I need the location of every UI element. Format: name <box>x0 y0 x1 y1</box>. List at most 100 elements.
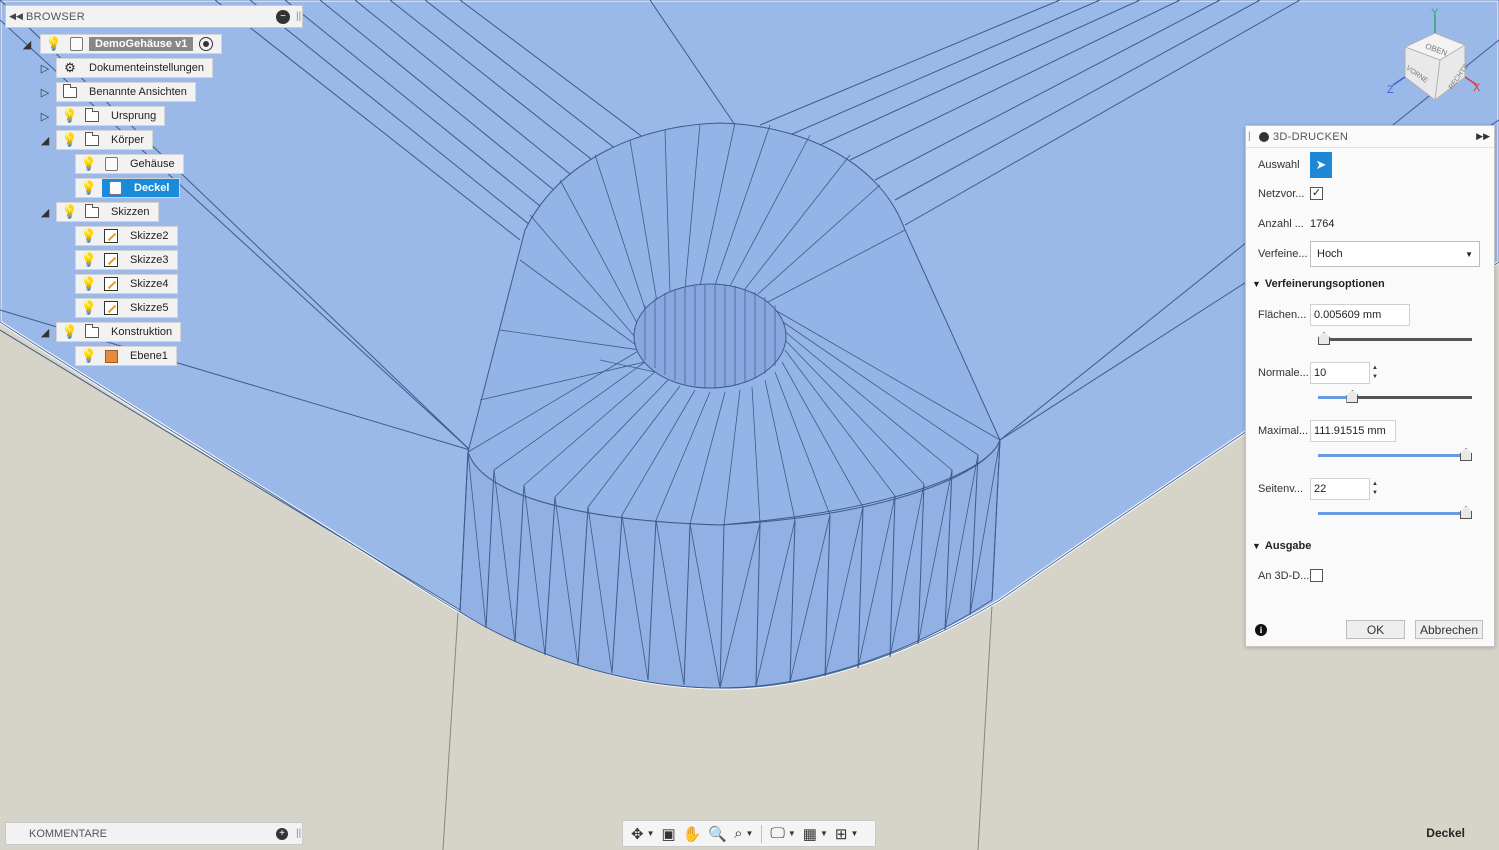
tree-node-dokumenteinstellungen[interactable]: ⚙ Dokumenteinstellungen <box>56 58 213 78</box>
look-at-icon[interactable]: ▣ <box>660 823 678 845</box>
verfeinerung-select[interactable]: Hoch ▼ <box>1310 241 1480 267</box>
browser-title: BROWSER <box>26 10 85 23</box>
an3d-checkbox[interactable] <box>1310 569 1323 582</box>
tree-node-skizze5[interactable]: 💡 Skizze5 <box>75 298 178 318</box>
verfeinerung-value: Hoch <box>1317 248 1343 260</box>
tree-row-gehaeuse: 💡 Gehäuse <box>75 154 184 174</box>
section-verfeinerungsoptionen[interactable]: ▼ Verfeinerungsoptionen <box>1252 278 1385 290</box>
info-icon[interactable]: i <box>1255 624 1267 636</box>
expand-triangle-icon[interactable]: ▷ <box>38 61 52 75</box>
lightbulb-icon[interactable]: 💡 <box>45 35 63 53</box>
collapse-panel-icon[interactable]: ◀◀ <box>6 11 26 22</box>
slider-thumb[interactable] <box>1346 390 1359 403</box>
grid-icon[interactable]: ▦ ▼ <box>801 823 830 845</box>
tree-node-skizze4[interactable]: 💡 Skizze4 <box>75 274 178 294</box>
grip-icon[interactable]: || <box>296 11 302 22</box>
collapse-triangle-icon[interactable]: ◢ <box>20 37 34 51</box>
tree-node-koerper[interactable]: 💡 Körper <box>56 130 154 150</box>
activate-radio-icon[interactable] <box>199 37 214 51</box>
lightbulb-icon[interactable]: 💡 <box>61 203 79 221</box>
lightbulb-icon[interactable]: 💡 <box>61 107 79 125</box>
section-ausgabe[interactable]: ▼ Ausgabe <box>1252 540 1311 552</box>
minimize-icon[interactable]: − <box>276 9 290 24</box>
slider-thumb[interactable] <box>1460 448 1472 461</box>
lightbulb-icon[interactable]: 💡 <box>80 251 98 269</box>
tree-node-ebene1[interactable]: 💡 Ebene1 <box>75 346 177 366</box>
normalen-slider[interactable] <box>1318 390 1472 404</box>
lightbulb-icon[interactable]: 💡 <box>80 347 98 365</box>
comments-panel-header[interactable]: KOMMENTARE + || <box>5 822 303 845</box>
tree-node-root[interactable]: 💡 DemoGehäuse v1 <box>40 34 223 54</box>
lightbulb-icon[interactable]: 💡 <box>80 179 98 197</box>
seiten-slider[interactable] <box>1318 506 1472 520</box>
display-settings-icon[interactable]: 🖵 ▼ <box>768 823 797 845</box>
maximal-input[interactable]: 111.91515 mm <box>1310 420 1396 442</box>
flaechen-slider[interactable] <box>1318 332 1472 346</box>
folder-icon <box>83 131 101 149</box>
grip-icon[interactable]: | <box>1248 131 1256 142</box>
tree-row-skizze2: 💡 Skizze2 <box>75 226 178 246</box>
orbit-icon[interactable]: ✥ ▼ <box>629 823 657 845</box>
lightbulb-icon[interactable]: 💡 <box>61 131 79 149</box>
tree-node-skizze3[interactable]: 💡 Skizze3 <box>75 250 178 270</box>
collapse-triangle-icon[interactable]: ◢ <box>38 133 52 147</box>
cancel-button[interactable]: Abbrechen <box>1415 620 1483 639</box>
body-icon <box>106 179 124 197</box>
dialog-header[interactable]: | 3D-DRUCKEN ▶▶ <box>1246 126 1494 148</box>
spinner-arrows-icon[interactable]: ▲ ▼ <box>1372 478 1383 500</box>
pan-hand-icon[interactable]: ✋ <box>681 823 704 845</box>
slider-thumb[interactable] <box>1460 506 1472 519</box>
lightbulb-icon[interactable]: 💡 <box>80 227 98 245</box>
collapse-triangle-icon[interactable]: ◢ <box>38 325 52 339</box>
collapse-triangle-icon[interactable]: ◢ <box>38 205 52 219</box>
expand-dialog-icon[interactable]: ▶▶ <box>1476 131 1490 142</box>
viewports-icon[interactable]: ⊞ ▼ <box>833 823 861 845</box>
node-label: Ebene1 <box>130 350 168 362</box>
row-auswahl: Auswahl ➤ <box>1258 152 1332 178</box>
node-label: Körper <box>111 134 145 146</box>
zoom-icon[interactable]: 🔍 <box>706 823 729 845</box>
row-flaechen: Flächen... 0.005609 mm <box>1258 304 1410 326</box>
normalen-input[interactable]: 10 <box>1310 362 1370 384</box>
seiten-label: Seitenv... <box>1258 483 1304 495</box>
tree-node-deckel[interactable]: 💡 Deckel <box>75 178 181 198</box>
netz-label: Netzvor... <box>1258 187 1305 200</box>
tree-node-ursprung[interactable]: 💡 Ursprung <box>56 106 166 126</box>
expand-triangle-icon[interactable]: ▷ <box>38 109 52 123</box>
spinner-arrows-icon[interactable]: ▲ ▼ <box>1372 362 1383 384</box>
tree-node-gehaeuse[interactable]: 💡 Gehäuse <box>75 154 184 174</box>
flaechen-input[interactable]: 0.005609 mm <box>1310 304 1410 326</box>
maximal-slider[interactable] <box>1318 448 1472 462</box>
viewcube[interactable]: OBEN VORNE RECHTS Y Z X <box>1385 5 1485 105</box>
selected-highlight: Deckel <box>102 179 180 197</box>
selection-label: Deckel <box>1426 826 1465 840</box>
grip-icon[interactable]: || <box>296 828 302 839</box>
tree-node-benannte-ansichten[interactable]: Benannte Ansichten <box>56 82 196 102</box>
tree-row-ursprung: ▷ 💡 Ursprung <box>36 106 166 126</box>
add-comment-icon[interactable]: + <box>276 827 288 840</box>
lightbulb-icon[interactable]: 💡 <box>80 275 98 293</box>
tree-node-skizze2[interactable]: 💡 Skizze2 <box>75 226 178 246</box>
lightbulb-icon[interactable]: 💡 <box>80 299 98 317</box>
zoom-fit-icon[interactable]: ⌕ ▼ <box>732 823 755 845</box>
gear-icon: ⚙ <box>64 60 76 75</box>
normalen-label: Normale... <box>1258 367 1309 379</box>
dialog-title: 3D-DRUCKEN <box>1273 130 1349 143</box>
expand-triangle-icon[interactable]: ▷ <box>38 85 52 99</box>
print-3d-dialog: | 3D-DRUCKEN ▶▶ Auswahl ➤ Netzvor... ✓ A… <box>1245 125 1495 647</box>
anzahl-label: Anzahl ... <box>1258 218 1304 230</box>
lightbulb-icon[interactable]: 💡 <box>80 155 98 173</box>
netz-checkbox[interactable]: ✓ <box>1310 187 1323 200</box>
select-pointer-button[interactable]: ➤ <box>1310 152 1332 178</box>
tree-node-konstruktion[interactable]: 💡 Konstruktion <box>56 322 182 342</box>
lightbulb-icon[interactable]: 💡 <box>61 323 79 341</box>
collapse-triangle-icon: ▼ <box>1252 541 1261 551</box>
seiten-input[interactable]: 22 <box>1310 478 1370 500</box>
axis-x-label: X <box>1473 82 1481 94</box>
collapse-triangle-icon: ▼ <box>1252 279 1261 289</box>
ok-button[interactable]: OK <box>1346 620 1405 639</box>
minimize-icon[interactable] <box>1259 131 1269 142</box>
axis-y-label: Y <box>1431 7 1439 19</box>
tree-node-skizzen[interactable]: 💡 Skizzen <box>56 202 159 222</box>
slider-thumb[interactable] <box>1318 332 1330 345</box>
